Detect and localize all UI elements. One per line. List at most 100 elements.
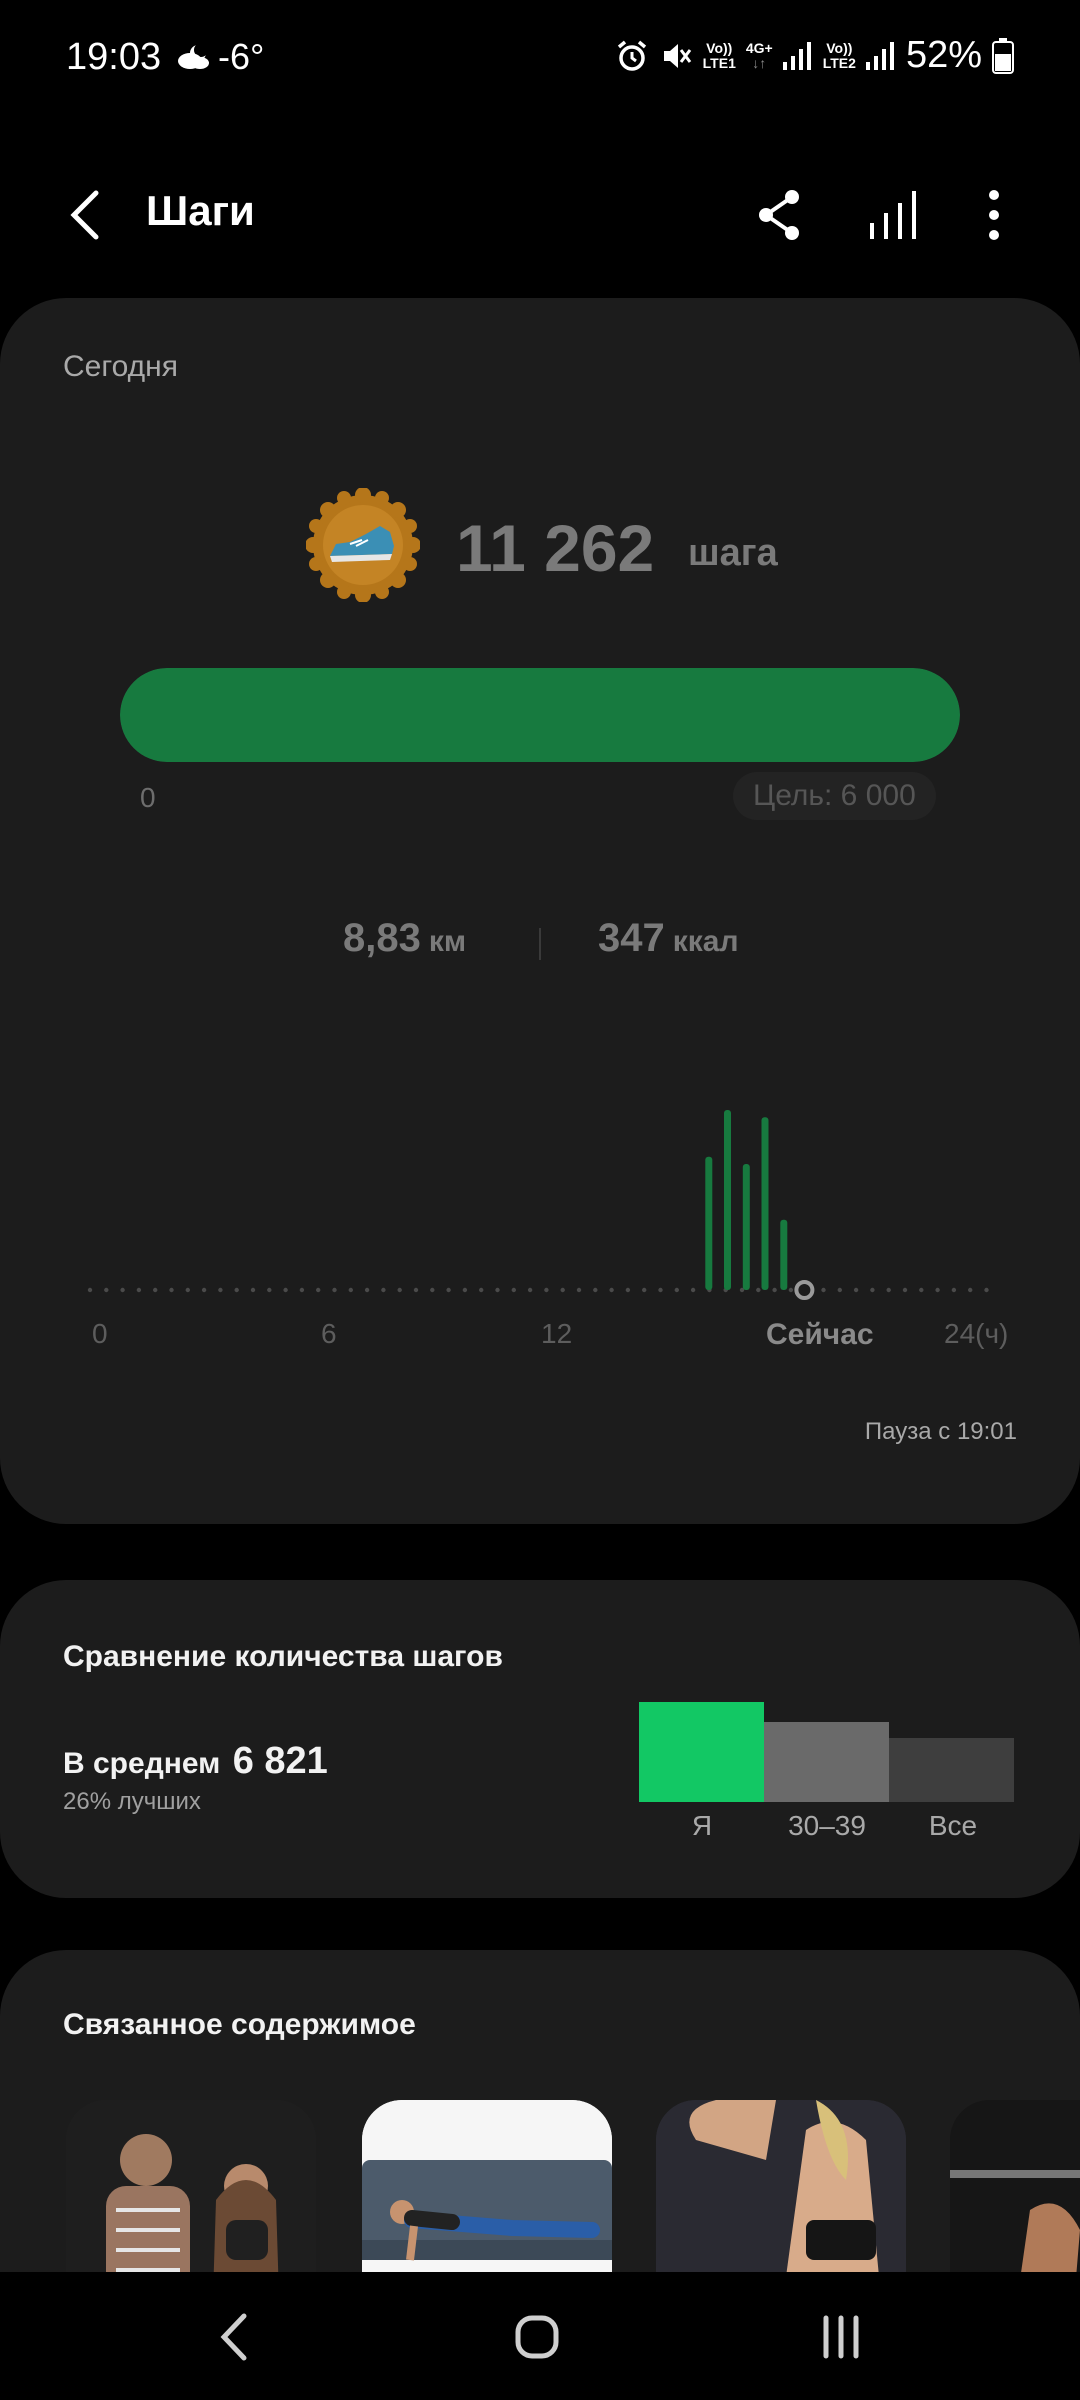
alarm-icon [617, 40, 646, 71]
baseline-dot [756, 1287, 761, 1293]
sim1-net: 4G+ ↓↑ [745, 39, 773, 71]
hourly-bar-1 [724, 1110, 731, 1290]
recents-icon[interactable] [806, 2302, 876, 2372]
baseline-dot [772, 1287, 777, 1293]
average-text: В среднем [63, 1747, 221, 1780]
steps-progress-fill [120, 668, 960, 762]
comparison-bar-age-group [764, 1722, 889, 1802]
baseline-dot [299, 1287, 305, 1293]
steps-progress-bar [120, 668, 960, 762]
page-title: Шаги [146, 187, 255, 234]
stats-icon[interactable] [862, 183, 926, 247]
baseline-dot [902, 1287, 908, 1293]
baseline-dot [332, 1287, 337, 1293]
battery-icon [992, 37, 1014, 74]
baseline-dot [576, 1287, 582, 1293]
calories-number: 347 [598, 916, 665, 960]
today-label: Сегодня [63, 350, 178, 383]
baseline-dot [348, 1287, 353, 1293]
baseline-dot [837, 1287, 842, 1293]
comparison-bar-all [889, 1738, 1014, 1802]
status-time: 19:03 [66, 36, 162, 78]
x-tick-6: 6 [321, 1318, 337, 1349]
back-workout-picture [656, 2100, 906, 2280]
anatomy-fitness-picture [66, 2100, 316, 2280]
status-bar: 19:03 -6° Vo)) LTE1 4G+ ↓↑ Vo)) LTE2 52% [0, 0, 1080, 110]
baseline-dot [984, 1287, 989, 1293]
baseline-dot [250, 1287, 256, 1293]
related-title: Связанное содержимое [63, 2008, 416, 2041]
distance-value: 8,83 км [343, 916, 466, 961]
baseline-dot [511, 1287, 516, 1293]
nav-back-icon[interactable] [200, 2302, 270, 2372]
average-label: В среднем 6 821 [63, 1740, 328, 1783]
baseline-dot [495, 1287, 500, 1293]
home-icon[interactable] [502, 2302, 572, 2372]
x-tick-24: 24(ч) [944, 1318, 1009, 1349]
pause-status: Пауза с 19:01 [864, 1418, 1017, 1445]
baseline-dot [381, 1287, 386, 1293]
baseline-dot [397, 1287, 402, 1293]
baseline-dot [788, 1287, 794, 1293]
more-icon[interactable] [962, 183, 1026, 247]
calories-value: 347 ккал [598, 916, 739, 961]
baseline-dot [658, 1287, 663, 1293]
baseline-dot [136, 1287, 142, 1293]
distance-unit: км [428, 925, 467, 958]
average-value: 6 821 [232, 1740, 328, 1782]
plank-exercise-picture [362, 2100, 612, 2280]
baseline-dot [120, 1287, 125, 1293]
signal-icon-2 [865, 41, 894, 70]
back-icon[interactable] [56, 183, 112, 247]
baseline-dot [527, 1287, 533, 1293]
x-tick-0: 0 [92, 1318, 108, 1349]
battery-percent: 52% [905, 34, 982, 76]
baseline-dot [870, 1287, 875, 1293]
app-bar: Шаги [0, 165, 1080, 265]
navigation-bar [0, 2272, 1080, 2400]
baseline-dot [316, 1287, 321, 1293]
gym-image[interactable] [950, 2100, 1080, 2280]
share-icon[interactable] [748, 183, 812, 247]
baseline-dot [87, 1287, 93, 1293]
comparison-label-all: Все [928, 1810, 978, 1841]
plank-exercise-image[interactable] [362, 2100, 612, 2280]
baseline-dot [560, 1287, 565, 1293]
x-tick-12: 12 [541, 1318, 573, 1349]
related-content-card: Связанное содержимое [0, 1950, 1080, 2280]
signal-icon-1 [782, 41, 811, 70]
today-card[interactable]: Сегодня 11 262 шага 0 Цель: 6 000 8,83 км… [0, 298, 1080, 1524]
baseline-dot [690, 1287, 696, 1293]
back-workout-image[interactable] [656, 2100, 906, 2280]
sim2-volte: Vo)) [826, 39, 853, 56]
baseline-dot [968, 1287, 973, 1293]
baseline-dot [674, 1287, 679, 1293]
baseline-dot [153, 1287, 158, 1293]
baseline-dot [625, 1287, 631, 1293]
baseline-dot [446, 1287, 451, 1293]
hourly-steps-chart[interactable] [0, 1038, 1080, 1398]
mute-icon [663, 43, 691, 68]
comparison-title: Сравнение количества шагов [63, 1640, 503, 1673]
goal-badge-shoe-icon [306, 488, 420, 602]
steps-comparison-card[interactable]: Сравнение количества шагов В среднем 6 8… [0, 1580, 1080, 1898]
hourly-bar-0 [705, 1156, 713, 1290]
comparison-label-me: Я [691, 1810, 713, 1841]
baseline-dot [201, 1287, 207, 1293]
anatomy-fitness-image[interactable] [66, 2100, 316, 2280]
baseline-dot [283, 1287, 288, 1293]
baseline-dot [413, 1287, 419, 1293]
rank-text: 26% лучших [63, 1788, 201, 1815]
stats-divider [539, 928, 541, 960]
cloud-moon-icon [178, 43, 209, 69]
now-label: Сейчас [766, 1318, 874, 1351]
comparison-bar-me [639, 1702, 764, 1802]
goal-label[interactable]: Цель: 6 000 [733, 772, 936, 820]
sim1-net-type: 4G+ [745, 39, 773, 56]
baseline-dot [267, 1287, 272, 1293]
baseline-dot [430, 1287, 435, 1293]
baseline-dot [593, 1287, 598, 1293]
distance-number: 8,83 [343, 916, 421, 960]
sim2-label: Vo)) LTE2 [823, 39, 856, 71]
baseline-dot [935, 1287, 940, 1293]
